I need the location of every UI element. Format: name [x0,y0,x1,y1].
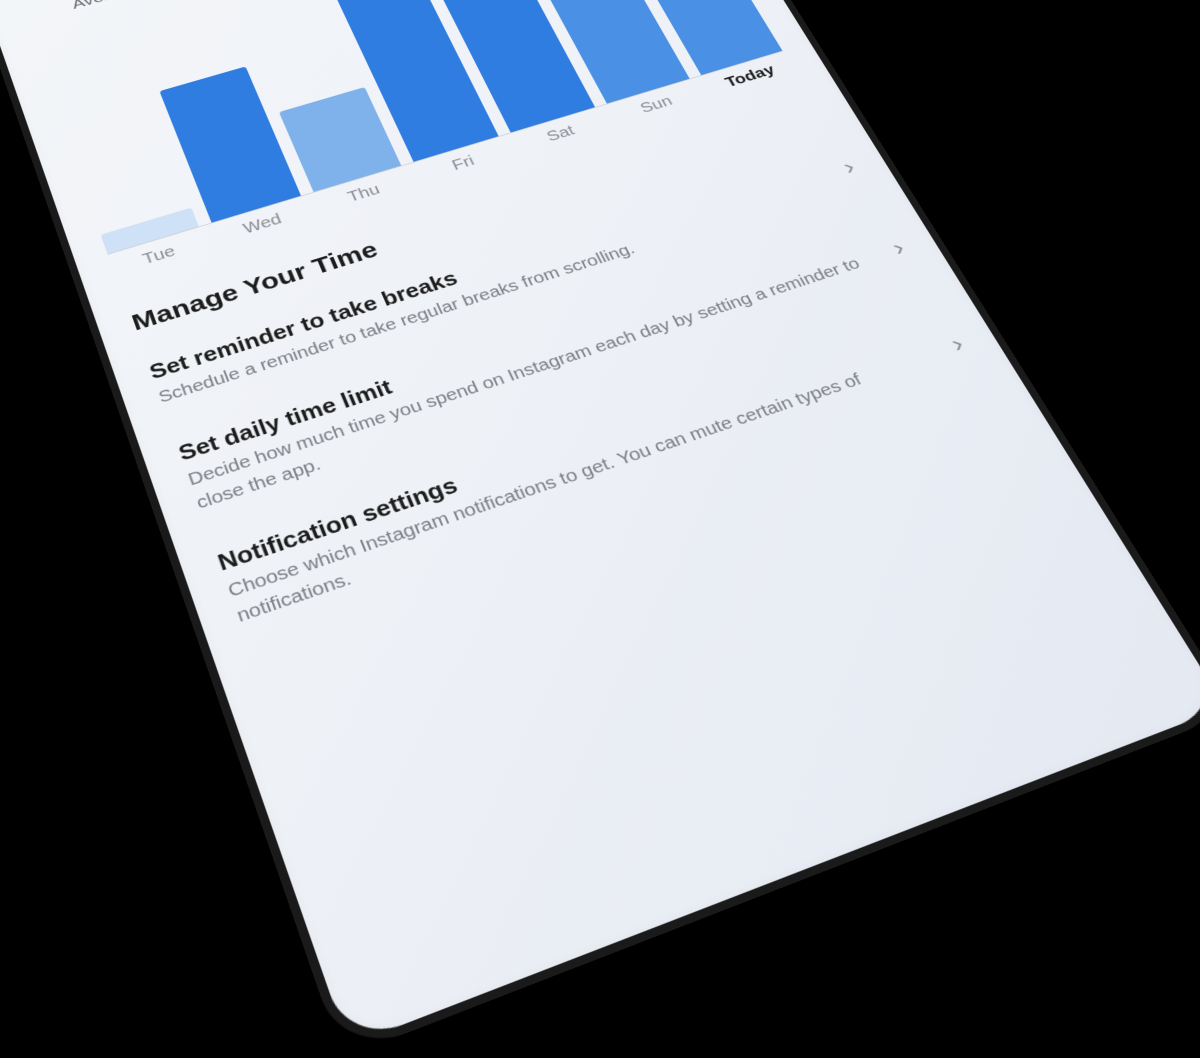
screen: 42 AM | 0.2KB/s Time spent i Time on Ins… [0,0,1200,1046]
phone-frame: 42 AM | 0.2KB/s Time spent i Time on Ins… [0,0,1200,1058]
